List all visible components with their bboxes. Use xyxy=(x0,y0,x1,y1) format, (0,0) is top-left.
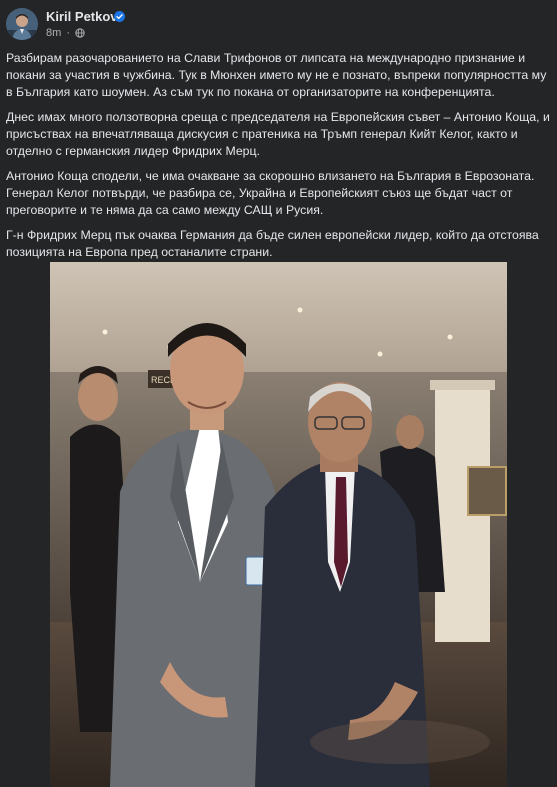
avatar-image xyxy=(6,8,38,40)
meta-separator: · xyxy=(66,27,71,39)
post-timestamp[interactable]: 8m xyxy=(46,27,61,39)
globe-icon[interactable] xyxy=(75,28,85,38)
post-paragraph: Антонио Коща сподели, че има очакване за… xyxy=(6,169,535,217)
verified-badge-icon xyxy=(114,11,125,22)
post-text: Разбирам разочарованието на Слави Трифон… xyxy=(6,50,552,269)
author-name[interactable]: Kiril Petkov xyxy=(46,9,118,24)
post-header: Kiril Petkov 8m · xyxy=(0,0,557,46)
photo-illustration: RECEPTION xyxy=(50,262,507,787)
post-meta: 8m · xyxy=(46,27,85,39)
post-paragraph: Разбирам разочарованието на Слави Трифон… xyxy=(6,51,547,99)
post-paragraph: Г-н Фридрих Мерц пък очаква Германия да … xyxy=(6,228,539,259)
post-paragraph: Днес имах много ползотворна среща с пред… xyxy=(6,110,550,158)
facebook-post: Kiril Petkov 8m · Разбирам разочарование… xyxy=(0,0,557,787)
post-photo[interactable]: RECEPTION xyxy=(50,262,507,787)
author-avatar[interactable] xyxy=(6,8,38,40)
